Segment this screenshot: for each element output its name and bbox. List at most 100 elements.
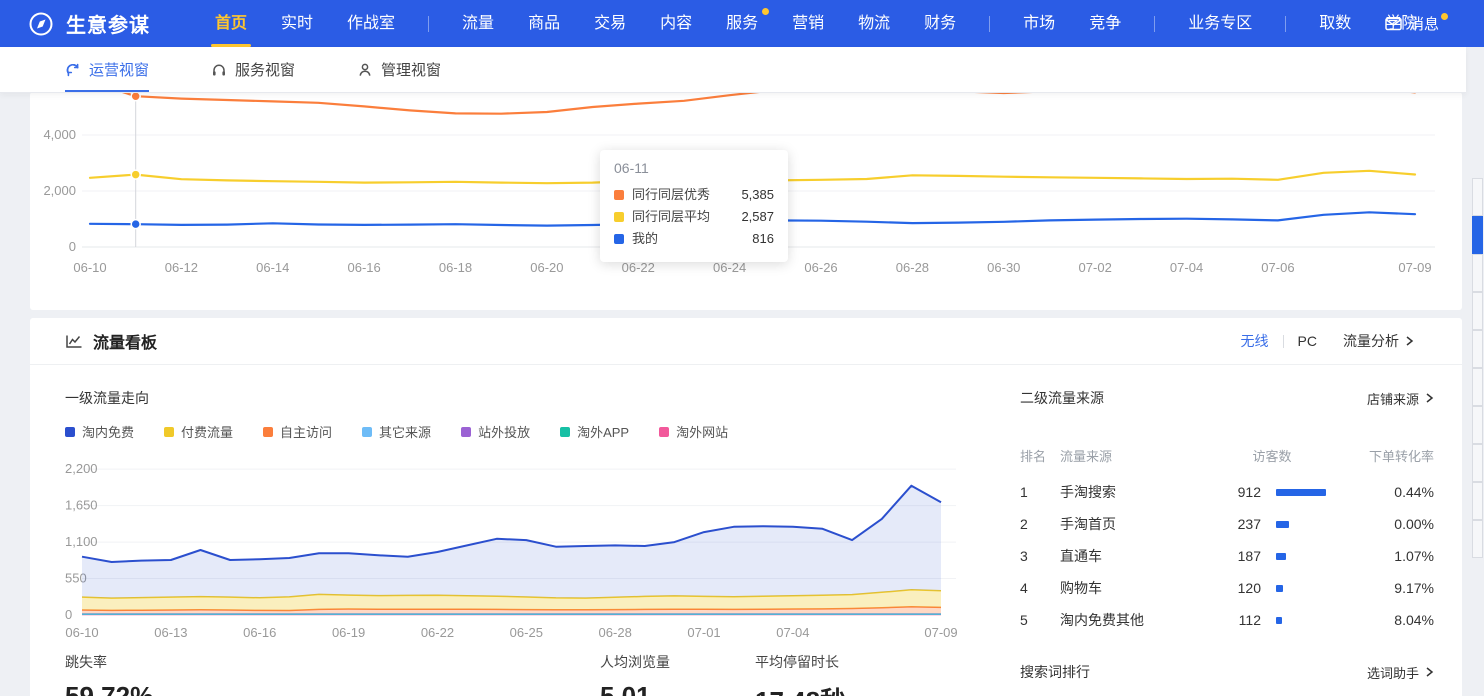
notification-dot	[1441, 13, 1448, 20]
visitors-bar	[1276, 617, 1282, 624]
svg-text:06-25: 06-25	[510, 625, 543, 640]
nav-item-商品[interactable]: 商品	[511, 0, 577, 47]
svg-text:06-20: 06-20	[530, 260, 563, 275]
nav-item-内容[interactable]: 内容	[643, 0, 709, 47]
source-panel-title: 二级流量来源	[1020, 388, 1104, 408]
brand[interactable]: 生意参谋	[28, 9, 150, 38]
svg-text:06-30: 06-30	[987, 260, 1020, 275]
headset-icon	[211, 62, 227, 78]
legend-item-淘外APP[interactable]: 淘外APP	[560, 422, 629, 441]
nav-item-竞争[interactable]: 竞争	[1072, 0, 1138, 47]
visitors-bar	[1276, 585, 1283, 592]
svg-text:07-01: 07-01	[687, 625, 720, 640]
svg-text:06-16: 06-16	[348, 260, 381, 275]
svg-text:07-02: 07-02	[1079, 260, 1112, 275]
quick-nav-cell[interactable]	[1472, 406, 1483, 444]
nav-item-业务专区[interactable]: 业务专区	[1171, 0, 1269, 47]
source-panel-header: 二级流量来源 店铺来源	[1020, 388, 1434, 408]
svg-text:06-13: 06-13	[154, 625, 187, 640]
nav-item-首页[interactable]: 首页	[198, 0, 264, 47]
svg-text:2,000: 2,000	[43, 183, 76, 198]
nav-item-营销[interactable]: 营销	[775, 0, 841, 47]
tooltip-row: 我的816	[614, 228, 774, 250]
visitors-bar	[1276, 521, 1289, 528]
nav-item-取数[interactable]: 取数	[1302, 0, 1368, 47]
tab-运营视窗[interactable]: 运营视窗	[65, 47, 149, 92]
nav-divider	[1154, 16, 1155, 32]
svg-text:07-04: 07-04	[1170, 260, 1203, 275]
legend-item-淘外网站[interactable]: 淘外网站	[659, 422, 728, 441]
quick-nav-cell[interactable]	[1472, 368, 1483, 406]
stat-value: 5.01	[600, 681, 670, 696]
svg-text:07-06: 07-06	[1261, 260, 1294, 275]
series-color-swatch	[614, 190, 624, 200]
flow-chart[interactable]: 05501,1001,6502,20006-1006-1306-1606-190…	[65, 456, 975, 650]
quick-nav-cell-active[interactable]	[1472, 216, 1483, 254]
svg-text:07-09: 07-09	[1398, 260, 1431, 275]
notification-dot	[762, 8, 769, 15]
source-table-row[interactable]: 3直通车1871.07%	[1020, 540, 1434, 572]
source-table-row[interactable]: 5淘内免费其他1128.04%	[1020, 604, 1434, 636]
source-table-header: 排名 流量来源 访客数 下单转化率	[1020, 446, 1434, 465]
person-icon	[357, 62, 373, 78]
svg-text:06-28: 06-28	[599, 625, 632, 640]
legend-item-自主访问[interactable]: 自主访问	[263, 422, 332, 441]
tab-服务视窗[interactable]: 服务视窗	[211, 47, 295, 92]
brand-name: 生意参谋	[66, 9, 150, 38]
nav-item-实时[interactable]: 实时	[264, 0, 330, 47]
section-quick-nav[interactable]	[1472, 0, 1484, 696]
legend-swatch	[461, 427, 471, 437]
top-navbar: 生意参谋 首页实时作战室流量商品交易内容服务营销物流财务市场竞争业务专区取数学院…	[0, 0, 1484, 47]
nav-item-财务[interactable]: 财务	[907, 0, 973, 47]
quick-nav-cell[interactable]	[1472, 482, 1483, 520]
source-table-row[interactable]: 2手淘首页2370.00%	[1020, 508, 1434, 540]
legend-swatch	[560, 427, 570, 437]
nav-item-物流[interactable]: 物流	[841, 0, 907, 47]
stat-label: 平均停留时长	[755, 652, 846, 672]
quick-nav-cell[interactable]	[1472, 254, 1483, 292]
svg-text:06-18: 06-18	[439, 260, 472, 275]
nav-item-流量[interactable]: 流量	[445, 0, 511, 47]
svg-text:06-22: 06-22	[622, 260, 655, 275]
messages-button[interactable]: 消息	[1385, 0, 1458, 47]
legend-item-付费流量[interactable]: 付费流量	[164, 422, 233, 441]
quick-nav-cell[interactable]	[1472, 444, 1483, 482]
nav-item-市场[interactable]: 市场	[1006, 0, 1072, 47]
tooltip-row: 同行同层优秀5,385	[614, 184, 774, 206]
shop-source-link[interactable]: 店铺来源	[1367, 389, 1434, 408]
stat-label: 跳失率	[65, 652, 153, 672]
svg-text:0: 0	[69, 239, 76, 254]
word-assistant-link[interactable]: 选词助手	[1367, 663, 1434, 682]
legend-item-淘内免费[interactable]: 淘内免费	[65, 422, 134, 441]
svg-text:0: 0	[65, 607, 72, 622]
svg-text:06-24: 06-24	[713, 260, 746, 275]
svg-text:2,200: 2,200	[65, 461, 98, 476]
svg-text:06-28: 06-28	[896, 260, 929, 275]
svg-text:1,100: 1,100	[65, 534, 98, 549]
view-tabs: 运营视窗 服务视窗 管理视窗	[65, 47, 503, 92]
nav-item-交易[interactable]: 交易	[577, 0, 643, 47]
source-table-row[interactable]: 1手淘搜索9120.44%	[1020, 476, 1434, 508]
svg-text:1,650: 1,650	[65, 498, 98, 513]
quick-nav-cell[interactable]	[1472, 520, 1483, 558]
search-rank-title: 搜索词排行	[1020, 662, 1090, 682]
legend-item-站外投放[interactable]: 站外投放	[461, 422, 530, 441]
quick-nav-cell[interactable]	[1472, 178, 1483, 216]
svg-text:06-19: 06-19	[332, 625, 365, 640]
legend-item-其它来源[interactable]: 其它来源	[362, 422, 431, 441]
tab-管理视窗[interactable]: 管理视窗	[357, 47, 441, 92]
view-tabbar: 运营视窗 服务视窗 管理视窗	[0, 47, 1466, 93]
legend-swatch	[164, 427, 174, 437]
quick-nav-cell[interactable]	[1472, 292, 1483, 330]
nav-divider	[428, 16, 429, 32]
source-table-body: 1手淘搜索9120.44%2手淘首页2370.00%3直通车1871.07%4购…	[1020, 476, 1434, 636]
legend-swatch	[65, 427, 75, 437]
flow-chart-svg: 05501,1001,6502,20006-1006-1306-1606-190…	[65, 456, 975, 650]
nav-item-服务[interactable]: 服务	[709, 0, 775, 47]
svg-text:06-22: 06-22	[421, 625, 454, 640]
source-table-row[interactable]: 4购物车1209.17%	[1020, 572, 1434, 604]
quick-nav-cell[interactable]	[1472, 330, 1483, 368]
nav-item-作战室[interactable]: 作战室	[330, 0, 412, 47]
nav-divider	[989, 16, 990, 32]
trend-chart-card[interactable]: 02,0004,00006-1006-1206-1406-1606-1806-2…	[30, 92, 1462, 310]
